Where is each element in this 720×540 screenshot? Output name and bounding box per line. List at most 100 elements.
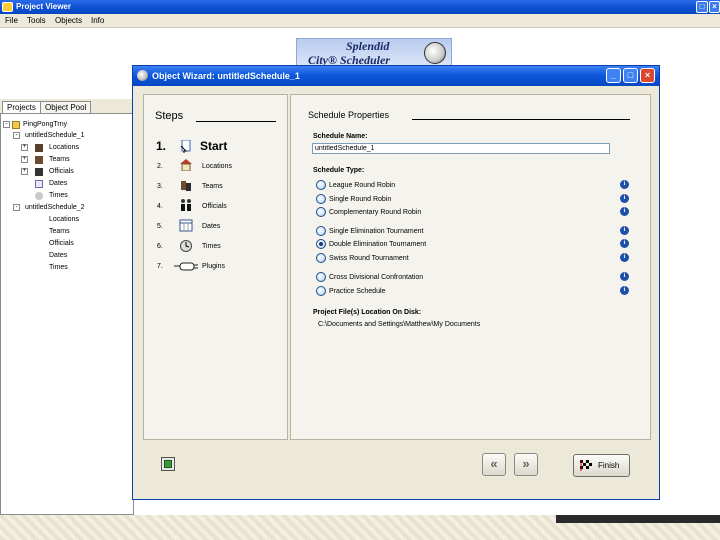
tree-node[interactable]: Teams — [49, 155, 70, 164]
officials-icon — [35, 168, 43, 176]
info-icon[interactable]: i — [620, 239, 629, 248]
next-button[interactable]: » — [514, 453, 538, 476]
menu-bar — [0, 14, 720, 28]
info-icon[interactable]: i — [620, 272, 629, 281]
wizard-ball-icon — [137, 70, 148, 81]
back-button[interactable]: « — [482, 453, 506, 476]
step-number: 1. — [156, 139, 167, 153]
finish-label: Finish — [598, 461, 620, 470]
help-icon — [164, 460, 172, 468]
divider — [196, 121, 276, 122]
radio-label: Double Elimination Tournament — [329, 241, 427, 248]
tree-schedule-2[interactable]: untitledSchedule_2 — [25, 203, 85, 212]
tree-node[interactable]: Locations — [49, 143, 79, 152]
step-number: 3. — [157, 183, 163, 190]
wizard-title: Object Wizard: untitledSchedule_1 — [152, 71, 300, 81]
menu-file[interactable]: File — [5, 16, 18, 26]
tab-object-pool[interactable]: Object Pool — [40, 101, 92, 113]
tree-collapse-icon[interactable]: - — [13, 204, 20, 211]
soccer-ball-icon — [424, 42, 446, 64]
radio-single-round-robin[interactable] — [316, 194, 326, 204]
folder-icon — [12, 121, 20, 129]
plugin-icon — [174, 261, 198, 274]
step-number: 5. — [157, 223, 163, 230]
tree-node[interactable]: Dates — [49, 251, 67, 260]
step-label-locations[interactable]: Locations — [202, 162, 232, 171]
schedule-type-label: Schedule Type: — [313, 167, 365, 174]
tree-node[interactable]: Dates — [49, 179, 67, 188]
radio-label: Single Elimination Tournament — [329, 228, 424, 235]
tree-expand-icon[interactable]: + — [21, 144, 28, 151]
radio-practice-schedule[interactable] — [316, 286, 326, 296]
tree-collapse-icon[interactable]: - — [3, 121, 10, 128]
info-icon[interactable]: i — [620, 194, 629, 203]
radio-double-elimination[interactable] — [316, 239, 326, 249]
radio-cross-divisional[interactable] — [316, 272, 326, 282]
step-label-officials[interactable]: Officials — [202, 202, 227, 211]
tree-expand-icon[interactable]: + — [21, 156, 28, 163]
close-button[interactable]: × — [709, 1, 720, 13]
times-icon — [35, 192, 43, 200]
maximize-button[interactable]: □ — [696, 1, 708, 13]
calendar-icon — [179, 219, 193, 232]
tree-node[interactable]: Teams — [49, 227, 70, 236]
locations-icon — [35, 144, 43, 152]
step-label-plugins[interactable]: Plugins — [202, 262, 225, 271]
officials-icon — [179, 198, 193, 211]
divider — [412, 119, 630, 120]
checkered-flag-icon — [580, 460, 594, 471]
step-label-teams[interactable]: Teams — [202, 182, 223, 191]
close-button[interactable]: × — [640, 68, 655, 83]
info-icon[interactable]: i — [620, 226, 629, 235]
bottom-divider — [556, 515, 720, 523]
radio-label: Cross Divisional Confrontation — [329, 274, 424, 281]
maximize-button[interactable]: □ — [623, 68, 638, 83]
step-number: 4. — [157, 203, 163, 210]
info-icon[interactable]: i — [620, 286, 629, 295]
step-number: 2. — [157, 163, 163, 170]
tree-schedule-1[interactable]: untitledSchedule_1 — [25, 131, 85, 140]
minimize-button[interactable]: _ — [606, 68, 621, 83]
tree-node[interactable]: Times — [49, 191, 68, 200]
schedule-name-label: Schedule Name: — [313, 133, 368, 140]
step-label-dates[interactable]: Dates — [202, 222, 220, 231]
logo-text-line1: Splendid — [346, 39, 390, 53]
tree-expand-icon[interactable]: + — [21, 168, 28, 175]
menu-info[interactable]: Info — [91, 16, 104, 26]
clock-icon — [179, 239, 193, 252]
step-number: 6. — [157, 243, 163, 250]
step-label-start[interactable]: Start — [200, 140, 227, 153]
radio-league-round-robin[interactable] — [316, 180, 326, 190]
schedule-name-field[interactable] — [312, 143, 610, 154]
teams-icon — [35, 156, 43, 164]
dates-icon — [35, 180, 43, 188]
house-icon — [179, 158, 193, 172]
step-label-times[interactable]: Times — [202, 242, 221, 251]
radio-complementary-round-robin[interactable] — [316, 207, 326, 217]
tree-root[interactable]: PingPongTrny — [23, 120, 67, 129]
project-viewer-titlebar[interactable] — [0, 0, 720, 14]
radio-single-elimination[interactable] — [316, 226, 326, 236]
tree-collapse-icon[interactable]: - — [13, 132, 20, 139]
tree-node[interactable]: Locations — [49, 215, 79, 224]
info-icon[interactable]: i — [620, 253, 629, 262]
project-viewer-title: Project Viewer — [16, 2, 71, 11]
menu-tools[interactable]: Tools — [27, 16, 46, 26]
project-tree: - PingPongTrny - untitledSchedule_1 + Lo… — [0, 113, 134, 515]
path-label: Project File(s) Location On Disk: — [313, 309, 422, 316]
tree-node[interactable]: Officials — [49, 239, 74, 248]
radio-label: Single Round Robin — [329, 196, 392, 203]
radio-label: Swiss Round Tournament — [329, 255, 409, 262]
tab-projects[interactable]: Projects — [2, 101, 41, 113]
radio-swiss-round[interactable] — [316, 253, 326, 263]
step-number: 7. — [157, 263, 163, 270]
tree-node[interactable]: Officials — [49, 167, 74, 176]
menu-objects[interactable]: Objects — [55, 16, 82, 26]
info-icon[interactable]: i — [620, 180, 629, 189]
properties-heading: Schedule Properties — [308, 110, 390, 120]
radio-label: Practice Schedule — [329, 288, 386, 295]
info-icon[interactable]: i — [620, 207, 629, 216]
pointer-page-icon — [179, 139, 193, 153]
radio-label: League Round Robin — [329, 182, 396, 189]
tree-node[interactable]: Times — [49, 263, 68, 272]
